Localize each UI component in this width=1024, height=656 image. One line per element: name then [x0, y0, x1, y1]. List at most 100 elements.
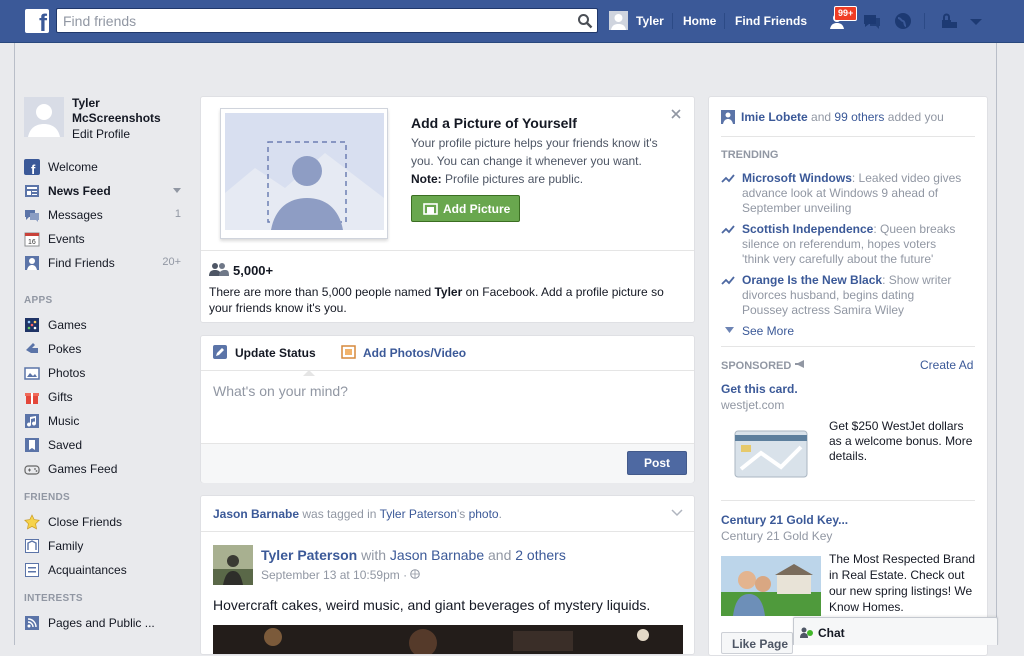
- sidebar-item-messages[interactable]: Messages 1: [24, 205, 189, 225]
- facebook-logo[interactable]: f: [25, 9, 49, 33]
- close-icon[interactable]: [671, 109, 681, 119]
- ad2-image[interactable]: [721, 556, 821, 616]
- sidebar-item-welcome[interactable]: f Welcome: [24, 157, 189, 177]
- author-avatar[interactable]: [213, 545, 253, 585]
- status-input[interactable]: What's on your mind?: [213, 383, 348, 399]
- acquaintances-icon: [25, 563, 39, 577]
- others-link[interactable]: 99 others: [834, 110, 884, 124]
- games-icon: [25, 318, 39, 332]
- sponsored-header: SPONSORED: [721, 359, 806, 372]
- sidebar-item-close-friends[interactable]: Close Friends: [24, 512, 189, 532]
- chat-online-icon: [800, 627, 813, 638]
- find-friends-icon: [25, 256, 39, 270]
- see-more-link[interactable]: See More: [742, 324, 794, 338]
- add-picture-button[interactable]: Add Picture: [411, 195, 520, 222]
- svg-text:f: f: [31, 162, 36, 175]
- ad2-domain[interactable]: Century 21 Gold Key: [721, 529, 832, 543]
- camera-icon: [423, 203, 438, 215]
- sidebar-item-news-feed[interactable]: News Feed: [24, 181, 189, 201]
- story-timestamp[interactable]: September 13 at 10:59pm ·: [261, 568, 421, 582]
- pencil-icon: [213, 345, 227, 359]
- others-link[interactable]: 2 others: [515, 547, 566, 563]
- trending-icon: [721, 276, 735, 285]
- user-avatar[interactable]: [609, 11, 628, 30]
- search-icon[interactable]: [577, 13, 593, 29]
- story-tag-line: Jason Barnabe was tagged in Tyler Paters…: [213, 507, 502, 521]
- ad1-image[interactable]: [721, 419, 821, 489]
- chevron-down-icon[interactable]: [173, 188, 181, 193]
- sidebar-item-photos[interactable]: Photos: [24, 363, 189, 383]
- sidebar-item-gifts[interactable]: Gifts: [24, 387, 189, 407]
- sidebar-item-find-friends[interactable]: Find Friends 20+: [24, 253, 189, 273]
- search-input[interactable]: [57, 9, 567, 32]
- sidebar-item-family[interactable]: Family: [24, 536, 189, 556]
- story-photo[interactable]: [213, 625, 683, 654]
- home-link[interactable]: Home: [683, 0, 716, 42]
- photo-link[interactable]: photo: [469, 507, 499, 521]
- search-box: [56, 8, 598, 33]
- globe-icon: [410, 569, 421, 579]
- gamepad-icon: [24, 465, 40, 475]
- author-link[interactable]: Tyler Paterson: [261, 547, 357, 563]
- ad1-title[interactable]: Get this card.: [721, 382, 798, 396]
- user-name-link[interactable]: Tyler: [636, 0, 664, 42]
- sidebar-item-games[interactable]: Games: [24, 315, 189, 335]
- ad1-text: Get $250 WestJet dollars as a welcome bo…: [829, 419, 973, 463]
- profile-avatar[interactable]: [24, 97, 64, 137]
- star-icon: [24, 514, 40, 530]
- poke-icon: [26, 343, 38, 353]
- privacy-icon[interactable]: [938, 10, 960, 32]
- messages-icon: [25, 210, 39, 222]
- music-icon: [25, 414, 39, 428]
- story-header: Tyler Paterson with Jason Barnabe and 2 …: [261, 547, 566, 563]
- add-photos-tab[interactable]: Add Photos/Video: [363, 346, 466, 360]
- notifications-icon[interactable]: [892, 10, 914, 32]
- family-icon: [25, 539, 39, 553]
- sidebar-item-games-feed[interactable]: Games Feed: [24, 459, 189, 479]
- friend-added-notice: Imie Lobete and 99 others added you: [741, 110, 944, 124]
- messages-icon[interactable]: [861, 10, 883, 32]
- people-icon: [209, 263, 229, 276]
- chat-tab[interactable]: Chat: [793, 617, 998, 645]
- composer-card: Update Status Add Photos/Video What's on…: [200, 335, 695, 483]
- add-picture-title: Add a Picture of Yourself: [411, 115, 577, 131]
- story-card: Jason Barnabe was tagged in Tyler Paters…: [200, 495, 695, 655]
- tagged-person-link[interactable]: Jason Barnabe: [213, 507, 299, 521]
- update-status-tab[interactable]: Update Status: [235, 346, 316, 360]
- sidebar-item-pokes[interactable]: Pokes: [24, 339, 189, 359]
- post-button[interactable]: Post: [627, 451, 687, 475]
- rss-icon: [25, 616, 39, 630]
- chevron-down-icon[interactable]: [671, 509, 683, 517]
- add-picture-card: Add a Picture of Yourself Your profile p…: [200, 96, 695, 323]
- facebook-icon: f: [24, 159, 40, 175]
- photo-owner-link[interactable]: Tyler Paterson: [380, 507, 457, 521]
- ad2-title[interactable]: Century 21 Gold Key...: [721, 513, 848, 527]
- with-person-link[interactable]: Jason Barnabe: [390, 547, 484, 563]
- top-bar: f Tyler Home Find Friends 99+: [0, 0, 1024, 43]
- sidebar-item-acquaintances[interactable]: Acquaintances: [24, 560, 189, 580]
- sidebar-item-events[interactable]: 16 Events: [24, 229, 189, 249]
- gift-icon: [25, 393, 39, 404]
- like-page-button[interactable]: Like Page: [721, 632, 793, 654]
- people-count: 5,000+: [233, 263, 274, 278]
- sidebar-item-saved[interactable]: Saved: [24, 435, 189, 455]
- add-picture-note: Note: Profile pictures are public.: [411, 172, 584, 186]
- friend-name-link[interactable]: Imie Lobete: [741, 110, 808, 124]
- people-description: There are more than 5,000 people named T…: [209, 285, 664, 315]
- sidebar-item-music[interactable]: Music: [24, 411, 189, 431]
- story-text: Hovercraft cakes, weird music, and giant…: [213, 597, 651, 613]
- find-friends-link[interactable]: Find Friends: [735, 0, 807, 42]
- caret-down-icon: [725, 327, 734, 333]
- edit-profile-link[interactable]: Edit Profile: [72, 127, 130, 141]
- create-ad-link[interactable]: Create Ad: [920, 358, 973, 372]
- profile-picture-placeholder: [220, 108, 388, 239]
- account-menu-icon[interactable]: [965, 10, 987, 32]
- apps-header: APPS: [24, 295, 53, 306]
- add-friend-icon: [721, 110, 735, 124]
- sidebar-item-pages-and-public[interactable]: Pages and Public ...: [24, 613, 189, 633]
- bookmark-icon: [25, 438, 39, 452]
- calendar-icon: 16: [24, 232, 40, 247]
- profile-name[interactable]: Tyler McScreenshots: [72, 96, 161, 126]
- add-picture-text: Your profile picture helps your friends …: [411, 136, 658, 168]
- ad1-domain[interactable]: westjet.com: [721, 398, 784, 412]
